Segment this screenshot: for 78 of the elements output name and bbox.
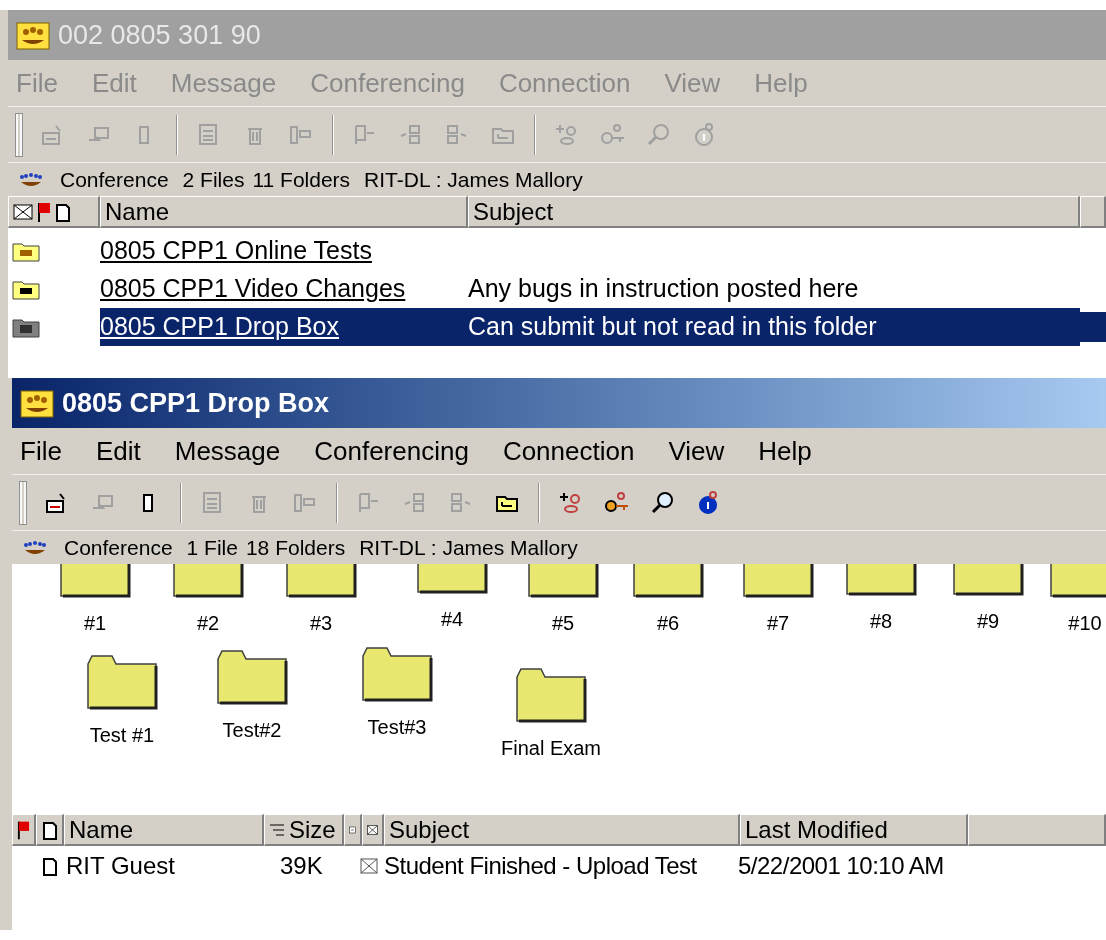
app-icon: [16, 20, 50, 50]
status-text: 18 Folders: [245, 534, 346, 561]
folder-icon[interactable]: [527, 564, 599, 598]
column-header[interactable]: Name: [100, 196, 468, 228]
status-text: Conference: [60, 166, 169, 193]
folder-icon[interactable]: [59, 564, 131, 598]
status-text: 2 Files: [182, 166, 245, 193]
folder-icon[interactable]: [216, 647, 288, 705]
file-modified: 5/22/2001 10:10 AM: [738, 851, 944, 881]
folder-label[interactable]: #5: [551, 608, 575, 638]
status-text: RIT-DL : James Mallory: [359, 534, 578, 561]
window-title: 0805 CPP1 Drop Box: [62, 386, 330, 420]
folder-icon[interactable]: [515, 665, 587, 723]
folder-icon: [12, 316, 40, 338]
folder-icon[interactable]: [285, 564, 357, 598]
folder-icon[interactable]: [952, 564, 1024, 596]
column-header[interactable]: Name: [64, 814, 264, 846]
folder-icon[interactable]: [172, 564, 244, 598]
document-icon: [41, 819, 58, 840]
column-header[interactable]: Subject: [384, 814, 740, 846]
menu-item[interactable]: Edit: [95, 431, 141, 471]
search-icon: [650, 489, 676, 516]
folder-icon[interactable]: [1049, 564, 1106, 598]
status-text: Conference: [64, 534, 173, 561]
status-text: 11 Folders: [252, 166, 351, 193]
menu-item[interactable]: Help: [758, 431, 812, 471]
folder-icon[interactable]: [86, 652, 158, 710]
window-title: 002 0805 301 90: [58, 18, 261, 52]
conference-name[interactable]: 0805 CPP1 Drop Box: [100, 308, 468, 346]
envelope-icon: [360, 858, 378, 874]
menu-item[interactable]: File: [20, 431, 62, 471]
column-header[interactable]: Last Modified: [740, 814, 968, 846]
toolbar-grip[interactable]: [16, 113, 22, 156]
folder-label[interactable]: Test#2: [222, 715, 282, 745]
search-icon: [646, 121, 672, 148]
envelope-icon: [13, 202, 33, 221]
folder-label[interactable]: #8: [869, 606, 893, 636]
folder-icon[interactable]: [632, 564, 704, 598]
conference-name[interactable]: 0805 CPP1 Online Tests: [100, 232, 468, 270]
folder-label[interactable]: #7: [766, 608, 790, 638]
selection-highlight: [1080, 312, 1106, 342]
folder-label[interactable]: #9: [976, 606, 1000, 636]
folder-label[interactable]: Test #1: [89, 720, 155, 750]
document-icon: [42, 856, 58, 876]
folder-icon[interactable]: [416, 564, 488, 594]
file-name: RIT Guest: [65, 851, 176, 881]
subject-text: Can submit but not read in this folder: [468, 308, 1080, 346]
column-header[interactable]: Subject: [468, 196, 1080, 228]
folder-label[interactable]: #2: [196, 608, 220, 638]
folder-label[interactable]: #6: [656, 608, 680, 638]
app-icon: [20, 388, 54, 418]
menu-item[interactable]: View: [668, 431, 725, 471]
folder-icon[interactable]: [742, 564, 814, 598]
folder-icon[interactable]: [361, 644, 433, 702]
folder-label[interactable]: #4: [440, 604, 464, 634]
flag-icon: [17, 819, 30, 840]
file-size: 39K: [279, 851, 324, 881]
folder-label[interactable]: #10: [1068, 608, 1102, 638]
document-icon: [55, 201, 71, 222]
folder-label[interactable]: Test#3: [367, 712, 427, 742]
status-text: RIT-DL : James Mallory: [364, 166, 583, 193]
folder-icon: [12, 278, 40, 300]
subject-text: Any bugs in instruction posted here: [468, 273, 860, 305]
folder-label[interactable]: #1: [83, 608, 107, 638]
flag-icon: [37, 201, 51, 222]
folder-icon: [12, 240, 40, 262]
folder-label[interactable]: Final Exam: [501, 733, 601, 763]
folder-icon[interactable]: [845, 564, 917, 596]
menu-item[interactable]: Conferencing: [314, 431, 469, 471]
folder-label[interactable]: #3: [309, 608, 333, 638]
toolbar-grip[interactable]: [20, 481, 26, 524]
file-subject: Student Finished - Upload Test: [383, 851, 698, 881]
column-header[interactable]: Size: [264, 814, 344, 846]
sort-icon: [269, 822, 285, 837]
status-text: 1 File: [186, 534, 238, 561]
menu-item[interactable]: Message: [174, 431, 281, 471]
conference-name[interactable]: 0805 CPP1 Video Changes: [100, 270, 468, 308]
menu-item[interactable]: Connection: [502, 431, 635, 471]
